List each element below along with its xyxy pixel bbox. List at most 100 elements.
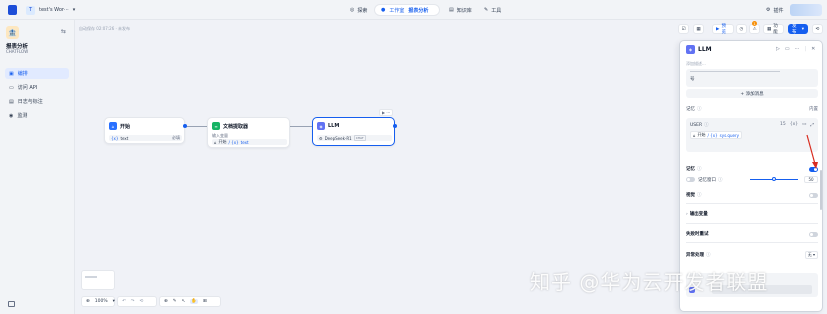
hand-icon[interactable]: ✋ (190, 299, 198, 304)
description-input[interactable]: 添加描述... (686, 61, 706, 67)
nav-knowledge[interactable]: ▤ 知识库 (449, 5, 472, 15)
error-handling-select[interactable]: 无 ▾ (804, 251, 818, 259)
vision-toggle[interactable] (809, 192, 818, 198)
panel-actions: ▷ ▭ ··· | ✕ (776, 46, 815, 52)
note-icon[interactable]: ✎ (173, 299, 177, 304)
sidebar-item-monitor[interactable]: ◉ 监测 (5, 110, 69, 121)
add-message-button[interactable]: + 添加消息 (686, 89, 818, 98)
collapse-toggle-icon[interactable]: ⇆ (61, 28, 66, 35)
book-icon: ▤ (449, 7, 454, 13)
memory-window-label: 记忆窗口 (698, 177, 716, 183)
chevron-down-icon: ▾ (72, 7, 76, 13)
user-role-header: USER ⓘ (690, 122, 709, 129)
variable-icon: {x} (111, 135, 119, 141)
llm-icon: ◈ (686, 45, 695, 54)
redo-icon[interactable]: ↷ (131, 299, 135, 304)
retry-row: 失败时重试 (686, 231, 818, 237)
sidebar-item-logs[interactable]: ▤ 日志与标注 (5, 96, 69, 107)
workspace-avatar: T (26, 5, 35, 15)
checkpoint-button[interactable]: ◷ (736, 24, 747, 34)
history-icon[interactable]: ⟲ (140, 299, 144, 304)
book-icon[interactable]: ▭ (785, 46, 790, 52)
panel-title[interactable]: LLM (698, 46, 712, 53)
sidebar-collapse-icon[interactable] (8, 301, 15, 307)
memory-window-toggle[interactable] (686, 177, 695, 182)
nav-explore[interactable]: ◎ 探索 (350, 5, 367, 15)
app-icon: 🏦 (6, 26, 19, 39)
play-icon[interactable]: ▷ (776, 46, 780, 52)
output-vars-row[interactable]: › 输出变量 (686, 211, 818, 218)
features-label: 功能 (773, 24, 778, 35)
plugin-button[interactable]: ⚙ 插件 (766, 5, 784, 15)
token-count: 15 (780, 122, 786, 127)
app-logo[interactable] (8, 5, 17, 15)
node-doc-extractor[interactable]: ≡ 文档提取器 输入变量 ⌂ 开始 / {x} text (207, 117, 290, 148)
help-icon: ⓘ (706, 253, 711, 258)
node-title: 文档提取器 (223, 123, 249, 130)
canvas-tools[interactable]: ⊕ ✎ ↖ ✋ ⊞ (159, 296, 221, 307)
plugin-label: 插件 (773, 7, 784, 14)
zoom-control[interactable]: ⊕ 100% ▾ (81, 296, 115, 307)
history-button[interactable]: ⟲ (812, 24, 823, 34)
plugin-icon: ⚙ (766, 7, 771, 13)
node-llm-port[interactable] (393, 124, 397, 128)
start-variable-row: {x} text 必填 (109, 135, 182, 141)
node-actions[interactable]: ▶ ··· (379, 109, 394, 116)
pointer-icon[interactable]: ↖ (182, 299, 186, 304)
log-icon: ▤ (9, 98, 14, 105)
sidebar-item-api[interactable]: ▭ 访问 API (5, 82, 69, 93)
copy-icon[interactable]: ▭ (802, 122, 806, 128)
retry-toggle[interactable] (809, 231, 818, 237)
checklist-button[interactable]: ☑ (678, 24, 689, 34)
variable-insert-icon[interactable]: {x} (790, 122, 798, 128)
model-name: DeepSeek-R1 (324, 135, 352, 141)
close-icon[interactable]: ✕ (811, 46, 815, 52)
expand-icon[interactable]: ⤢ (810, 122, 814, 128)
sidebar-item-orchestrate[interactable]: ▣ 编排 (5, 68, 69, 79)
publish-button[interactable]: 发布 ▾ (788, 24, 808, 35)
help-icon: ⓘ (697, 107, 702, 112)
nav-explore-label: 探索 (357, 7, 368, 14)
avatar[interactable] (790, 4, 822, 16)
node-start[interactable]: ⌂ 开始 {x} text 必填 (104, 117, 185, 144)
env-button[interactable]: ▦ (693, 24, 704, 34)
grid-icon: ▦ (696, 26, 701, 32)
sidebar-item-label: 监测 (17, 113, 28, 119)
help-icon: ⓘ (697, 193, 702, 198)
nav-studio-label: 工作室 (389, 7, 405, 14)
add-node-icon[interactable]: ⊕ (164, 299, 168, 304)
help-icon: ⓘ (697, 167, 702, 172)
variable-name: sys.query (719, 132, 739, 138)
node-start-port[interactable] (183, 124, 187, 128)
app-type: CHATFLOW (6, 49, 29, 54)
layout-icon[interactable]: ⊞ (203, 299, 207, 304)
memory-window-slider[interactable] (750, 177, 798, 181)
more-icon[interactable]: ··· (795, 46, 800, 52)
nav-tools[interactable]: ✎ 工具 (484, 5, 501, 15)
nav-studio[interactable]: ● 工作室 报表分析 (374, 4, 440, 16)
features-button[interactable]: ▦ 功能 (763, 24, 784, 35)
home-icon: ⌂ (693, 132, 696, 138)
variable-source: 开始 (218, 139, 227, 144)
monitor-icon: ◉ (9, 112, 14, 119)
model-icon: ⚙ (319, 135, 323, 141)
prompt-editor[interactable]: 号 (686, 69, 818, 87)
run-button[interactable]: ▶ 预览 (712, 24, 734, 35)
current-app-label[interactable]: 报表分析 (408, 7, 428, 14)
help-icon: ⓘ (718, 177, 723, 183)
autosave-status: 自动保存 02:07:26 · 未发布 (79, 26, 131, 31)
user-prompt-box[interactable]: USER ⓘ 15 {x} ▭ ⤢ ⌂ 开始 / {x} sys.query (686, 118, 818, 152)
user-prompt-actions: 15 {x} ▭ ⤢ (780, 122, 814, 128)
slider-handle[interactable] (772, 177, 776, 181)
orchestrate-icon: ▣ (9, 70, 14, 77)
panel-scrollbar[interactable] (820, 170, 822, 210)
model-mode-badge: CHAT (353, 135, 366, 141)
node-llm[interactable]: ◈ LLM ⚙ DeepSeek-R1 CHAT (312, 117, 395, 146)
undo-icon[interactable]: ↶ (122, 299, 126, 304)
minimap[interactable] (81, 270, 115, 290)
variable-name: text (120, 135, 129, 141)
history-controls[interactable]: ↶ ↷ ⟲ (117, 296, 157, 307)
memory-window-input[interactable]: 50 (804, 176, 818, 183)
workspace-switcher[interactable]: T test's Wor··· ▾ (26, 4, 75, 16)
play-icon: ▶ (716, 26, 720, 32)
